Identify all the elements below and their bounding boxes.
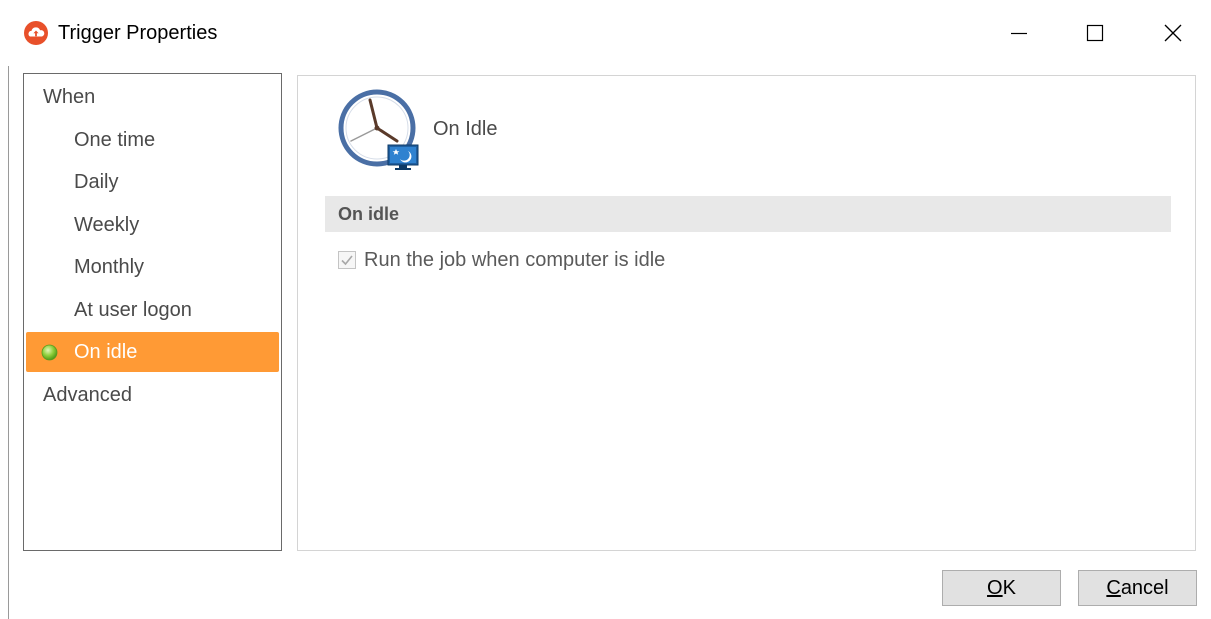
section-header-on-idle: On idle [325,196,1171,232]
nav-item-at-user-logon[interactable]: At user logon [26,290,279,330]
nav-item-label: One time [74,129,156,151]
maximize-icon [1086,24,1104,42]
ok-button[interactable]: OK [942,570,1061,606]
maximize-button[interactable] [1072,10,1118,56]
close-icon [1164,24,1182,42]
nav-item-when[interactable]: When [26,77,279,117]
run-when-idle-checkbox[interactable]: Run the job when computer is idle [338,246,665,274]
nav-item-label: Monthly [74,256,145,278]
checkbox-box[interactable] [338,251,356,269]
cloud-upload-icon [24,21,48,45]
nav-item-label: Advanced [43,384,132,406]
nav-item-label: Daily [74,171,119,193]
nav-item-label: Weekly [74,214,140,236]
checkmark-icon [341,255,353,266]
trigger-type-nav: When One time Daily Weekly Monthly At us… [23,73,282,551]
nav-item-weekly[interactable]: Weekly [26,205,279,245]
minimize-icon [1011,32,1027,35]
trigger-settings-panel: On Idle On idle Run the job when compute… [297,75,1196,551]
trigger-type-title: On Idle [433,118,498,140]
nav-item-label: When [43,86,96,108]
title-bar: Trigger Properties [0,0,1211,66]
ok-label-rest: K [1002,577,1016,599]
nav-item-daily[interactable]: Daily [26,162,279,202]
trigger-properties-dialog: Trigger Properties When One time Daily W… [0,0,1211,619]
minimize-button[interactable] [996,10,1042,56]
clock-idle-icon [338,89,419,170]
cancel-mnemonic: C [1106,577,1121,599]
cancel-label-rest: ancel [1120,577,1169,599]
cancel-button[interactable]: Cancel [1078,570,1197,606]
window-title: Trigger Properties [58,22,218,44]
nav-item-monthly[interactable]: Monthly [26,247,279,287]
checkbox-label: Run the job when computer is idle [364,248,666,271]
nav-item-advanced[interactable]: Advanced [26,375,279,415]
nav-item-on-idle[interactable]: On idle [26,332,279,372]
close-button[interactable] [1150,10,1196,56]
green-status-dot-icon [41,344,58,361]
ok-mnemonic: O [987,577,1003,599]
nav-item-one-time[interactable]: One time [26,120,279,160]
nav-item-label: On idle [74,341,138,363]
nav-item-label: At user logon [74,299,192,321]
